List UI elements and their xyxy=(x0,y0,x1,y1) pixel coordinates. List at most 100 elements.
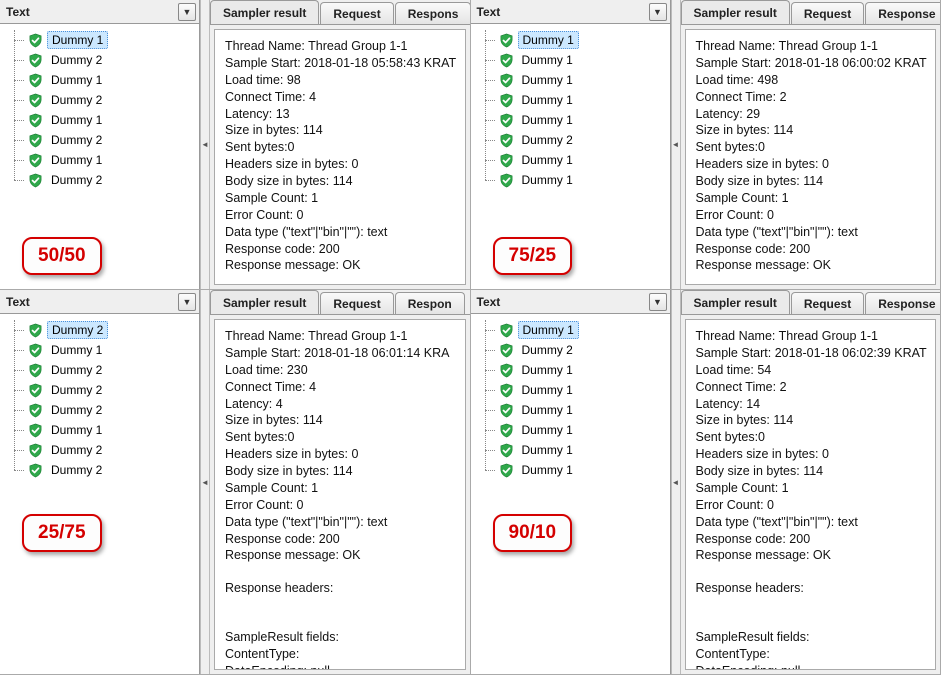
error-count: Error Count: 0 xyxy=(696,497,926,514)
tab-request[interactable]: Request xyxy=(320,292,393,314)
tab-response[interactable]: Response xyxy=(865,292,940,314)
tree-item[interactable]: Dummy 2 xyxy=(28,460,195,480)
tab-response[interactable]: Respon xyxy=(395,292,465,314)
tree-item[interactable]: Dummy 1 xyxy=(28,150,195,170)
results-tree[interactable]: Dummy 1 Dummy 2 Dummy 1 Dummy 1 Dummy 1 xyxy=(471,314,670,674)
tree-item-label: Dummy 1 xyxy=(518,31,579,49)
tree-item[interactable]: Dummy 1 xyxy=(28,110,195,130)
error-count: Error Count: 0 xyxy=(225,207,455,224)
sent-bytes: Sent bytes:0 xyxy=(225,429,455,446)
chevron-left-icon: ◄ xyxy=(201,478,209,487)
tree-item-label: Dummy 1 xyxy=(47,72,106,88)
thread-name: Thread Name: Thread Group 1-1 xyxy=(696,328,926,345)
tab-request[interactable]: Request xyxy=(791,2,864,24)
shield-icon xyxy=(28,463,43,478)
latency: Latency: 4 xyxy=(225,396,455,413)
response-message: Response message: OK xyxy=(225,547,455,564)
shield-icon xyxy=(28,403,43,418)
results-tree[interactable]: Dummy 1 Dummy 2 Dummy 1 Dummy 2 Dummy 1 xyxy=(0,24,199,289)
tree-item[interactable]: Dummy 1 xyxy=(499,400,666,420)
tree-item[interactable]: Dummy 1 xyxy=(499,170,666,190)
tree-item[interactable]: Dummy 1 xyxy=(499,380,666,400)
tree-item[interactable]: Dummy 1 xyxy=(499,360,666,380)
tree-header-label: Text xyxy=(471,293,649,311)
tree-item[interactable]: Dummy 1 xyxy=(499,440,666,460)
sampler-result-body: Thread Name: Thread Group 1-1 Sample Sta… xyxy=(685,319,937,670)
tree-item[interactable]: Dummy 1 xyxy=(28,70,195,90)
size-in-bytes: Size in bytes: 114 xyxy=(696,412,926,429)
detail-tabs: Sampler result Request Response xyxy=(681,0,941,25)
splitter-handle[interactable]: ◄ xyxy=(200,290,210,674)
latency: Latency: 14 xyxy=(696,396,926,413)
tab-request[interactable]: Request xyxy=(791,292,864,314)
tree-item[interactable]: Dummy 2 xyxy=(28,320,195,340)
tree-header: Text ▼ xyxy=(0,0,199,24)
shield-icon xyxy=(28,343,43,358)
headers-size: Headers size in bytes: 0 xyxy=(696,446,926,463)
response-message: Response message: OK xyxy=(696,547,926,564)
tab-sampler-result[interactable]: Sampler result xyxy=(681,0,790,25)
results-tree[interactable]: Dummy 1 Dummy 1 Dummy 1 Dummy 1 Dummy 1 xyxy=(471,24,670,289)
tree-item[interactable]: Dummy 1 xyxy=(499,150,666,170)
shield-icon xyxy=(499,133,514,148)
splitter-handle[interactable]: ◄ xyxy=(200,0,210,289)
tree-view-dropdown[interactable]: ▼ xyxy=(178,3,196,21)
tree-item[interactable]: Dummy 2 xyxy=(28,130,195,150)
tree-item[interactable]: Dummy 1 xyxy=(499,420,666,440)
tree-pane: Text ▼ Dummy 1 Dummy 2 Dummy 1 xyxy=(471,290,671,674)
sample-start: Sample Start: 2018-01-18 06:02:39 KRAT xyxy=(696,345,926,362)
sample-count: Sample Count: 1 xyxy=(225,480,455,497)
tab-sampler-result[interactable]: Sampler result xyxy=(210,290,319,315)
tree-item-label: Dummy 1 xyxy=(518,462,577,478)
tree-item[interactable]: Dummy 2 xyxy=(28,400,195,420)
tree-item[interactable]: Dummy 1 xyxy=(499,110,666,130)
tab-sampler-result[interactable]: Sampler result xyxy=(210,0,319,25)
tab-request[interactable]: Request xyxy=(320,2,393,24)
connect-time: Connect Time: 4 xyxy=(225,89,455,106)
tree-item[interactable]: Dummy 1 xyxy=(499,90,666,110)
sampler-result-body: Thread Name: Thread Group 1-1 Sample Sta… xyxy=(685,29,937,285)
tree-header: Text ▼ xyxy=(0,290,199,314)
tree-item[interactable]: Dummy 1 xyxy=(28,420,195,440)
tree-item[interactable]: Dummy 1 xyxy=(499,50,666,70)
tree-item-label: Dummy 1 xyxy=(47,342,106,358)
tree-item[interactable]: Dummy 2 xyxy=(28,90,195,110)
tree-item[interactable]: Dummy 1 xyxy=(28,340,195,360)
load-time: Load time: 54 xyxy=(696,362,926,379)
tree-item[interactable]: Dummy 2 xyxy=(499,130,666,150)
tab-response[interactable]: Respons xyxy=(395,2,470,24)
shield-icon xyxy=(499,93,514,108)
shield-icon xyxy=(28,93,43,108)
tree-item[interactable]: Dummy 2 xyxy=(28,170,195,190)
tab-sampler-result[interactable]: Sampler result xyxy=(681,290,790,315)
tree-item-label: Dummy 2 xyxy=(47,321,108,339)
tree-item[interactable]: Dummy 1 xyxy=(499,460,666,480)
tree-item[interactable]: Dummy 2 xyxy=(28,360,195,380)
tab-response[interactable]: Response xyxy=(865,2,940,24)
tree-item[interactable]: Dummy 1 xyxy=(499,70,666,90)
tree-item[interactable]: Dummy 2 xyxy=(499,340,666,360)
tree-item[interactable]: Dummy 2 xyxy=(28,50,195,70)
size-in-bytes: Size in bytes: 114 xyxy=(696,122,926,139)
data-encoding-label: DataEncoding: null xyxy=(225,663,455,670)
tree-view-dropdown[interactable]: ▼ xyxy=(178,293,196,311)
shield-icon xyxy=(499,463,514,478)
splitter-handle[interactable]: ◄ xyxy=(671,0,681,289)
results-tree[interactable]: Dummy 2 Dummy 1 Dummy 2 Dummy 2 Dummy 2 xyxy=(0,314,199,674)
data-type: Data type ("text"|"bin"|""): text xyxy=(225,224,455,241)
data-type: Data type ("text"|"bin"|""): text xyxy=(696,514,926,531)
tree-item-label: Dummy 1 xyxy=(518,172,577,188)
shield-icon xyxy=(499,173,514,188)
tree-view-dropdown[interactable]: ▼ xyxy=(649,3,667,21)
tree-item[interactable]: Dummy 2 xyxy=(28,380,195,400)
splitter-handle[interactable]: ◄ xyxy=(671,290,681,674)
tree-item[interactable]: Dummy 1 xyxy=(499,320,666,340)
sample-start: Sample Start: 2018-01-18 05:58:43 KRAT xyxy=(225,55,455,72)
tree-item[interactable]: Dummy 1 xyxy=(28,30,195,50)
tree-view-dropdown[interactable]: ▼ xyxy=(649,293,667,311)
tree-item[interactable]: Dummy 2 xyxy=(28,440,195,460)
tree-item-label: Dummy 2 xyxy=(47,362,106,378)
tree-item[interactable]: Dummy 1 xyxy=(499,30,666,50)
load-time: Load time: 98 xyxy=(225,72,455,89)
sampleresult-fields-label: SampleResult fields: xyxy=(696,629,926,646)
